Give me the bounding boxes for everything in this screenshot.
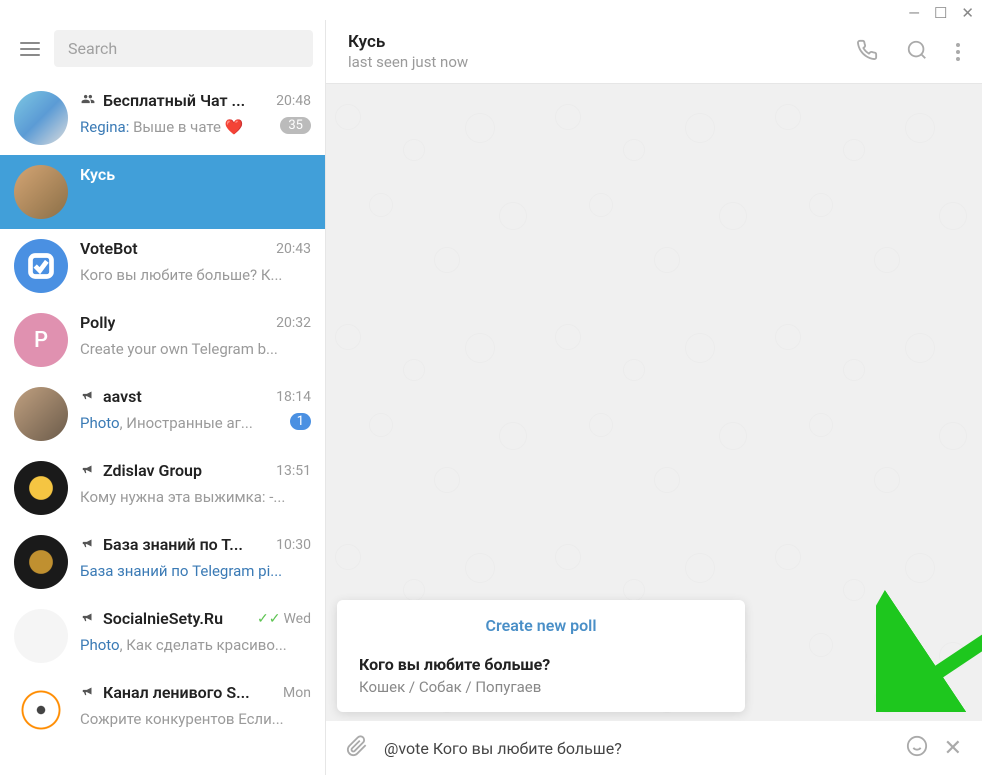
chat-item[interactable]: VoteBot 20:43 Кого вы любите больше? К... xyxy=(0,229,325,303)
chat-item-title: Polly xyxy=(80,313,115,332)
heart-icon: ❤️ xyxy=(225,118,244,136)
chat-item[interactable]: Бесплатный Чат ... 20:48 Regina: Выше в ча… xyxy=(0,81,325,155)
avatar xyxy=(14,461,68,515)
more-icon[interactable] xyxy=(956,39,960,65)
chat-list: Бесплатный Чат ... 20:48 Regina: Выше в ча… xyxy=(0,81,325,747)
chat-item-time: 20:32 xyxy=(276,315,311,331)
chat-item[interactable]: Канал ленивого S... Mon Сожрите конкуренто… xyxy=(0,673,325,747)
chat-item-preview: Кому нужна эта выжимка: -... xyxy=(80,488,285,506)
chat-item[interactable]: Кусь xyxy=(0,155,325,229)
chat-item-preview: Сожрите конкурентов Если... xyxy=(80,710,284,728)
maximize-button[interactable]: ☐ xyxy=(934,4,947,22)
chat-background: Create new poll Кого вы любите больше? К… xyxy=(326,84,982,721)
chat-item-title: Zdislav Group xyxy=(103,461,202,480)
chat-item[interactable]: База знаний по Т... 10:30 База знаний по T… xyxy=(0,525,325,599)
chat-item-time: Mon xyxy=(283,685,311,701)
emoji-icon[interactable] xyxy=(906,735,928,761)
annotation-arrow-icon xyxy=(938,462,982,721)
chat-header: Кусь last seen just now xyxy=(326,20,982,84)
unread-badge: 35 xyxy=(280,117,311,134)
avatar: P xyxy=(14,313,68,367)
composer-input[interactable]: @vote Кого вы любите больше? xyxy=(384,739,890,758)
chat-item-time: 20:48 xyxy=(276,93,311,109)
menu-icon[interactable] xyxy=(20,42,40,56)
search-icon[interactable] xyxy=(906,39,928,65)
chat-item-preview: База знаний по Telegram pi... xyxy=(80,562,282,580)
group-icon xyxy=(80,91,96,110)
chat-item-preview: Create your own Telegram b... xyxy=(80,340,278,358)
chat-item-title: Бесплатный Чат ... xyxy=(103,91,245,110)
chat-item-title: База знаний по Т... xyxy=(103,535,243,554)
chat-item[interactable]: P Polly 20:32 Create your own Telegram b... xyxy=(0,303,325,377)
minimize-button[interactable]: — xyxy=(908,4,920,22)
inline-results-popup[interactable]: Create new poll Кого вы любите больше? К… xyxy=(337,600,745,712)
avatar xyxy=(14,239,68,293)
channel-icon xyxy=(80,461,96,480)
call-icon[interactable] xyxy=(856,39,878,65)
chat-item-title: VoteBot xyxy=(80,239,138,258)
chat-item-title: SocialnieSety.Ru xyxy=(103,609,223,628)
chat-item-title: Кусь xyxy=(80,165,115,184)
avatar xyxy=(14,609,68,663)
chat-item[interactable]: SocialnieSety.Ru ✓✓Wed Photo, Как сделать … xyxy=(0,599,325,673)
chat-title[interactable]: Кусь xyxy=(348,32,856,52)
close-window-button[interactable]: ✕ xyxy=(961,4,974,22)
search-input[interactable]: Search xyxy=(54,30,313,67)
channel-icon xyxy=(80,609,96,628)
chat-item-time: 13:51 xyxy=(276,463,311,479)
channel-icon xyxy=(80,535,96,554)
chat-item-preview: Photo, Как сделать красиво... xyxy=(80,636,287,654)
avatar xyxy=(14,165,68,219)
chat-item-preview: Кого вы любите больше? К... xyxy=(80,266,282,284)
popup-question: Кого вы любите больше? xyxy=(359,655,723,674)
chat-item-time: ✓✓Wed xyxy=(257,611,311,627)
close-icon[interactable]: ✕ xyxy=(944,736,962,761)
chat-item-time: 18:14 xyxy=(276,389,311,405)
chat-item-preview: Photo, Иностранные аг... xyxy=(80,414,253,432)
attach-icon[interactable] xyxy=(346,735,368,761)
chat-item[interactable]: Zdislav Group 13:51 Кому нужна эта выжимка… xyxy=(0,451,325,525)
channel-icon xyxy=(80,387,96,406)
popup-action[interactable]: Create new poll xyxy=(359,616,723,635)
channel-icon xyxy=(80,683,96,702)
popup-options: Кошек / Собак / Попугаев xyxy=(359,678,723,696)
sidebar: Search Бесплатный Чат ... 20:48 Regina: Вы… xyxy=(0,20,326,775)
chat-item-time: 10:30 xyxy=(276,537,311,553)
chat-item-preview: Regina: Выше в чате ❤️ xyxy=(80,118,243,136)
chat-status: last seen just now xyxy=(348,53,856,71)
chat-item-time: 20:43 xyxy=(276,241,311,257)
avatar xyxy=(14,535,68,589)
chat-item[interactable]: aavst 18:14 Photo, Иностранные аг... 1 xyxy=(0,377,325,451)
window-controls: — ☐ ✕ xyxy=(908,4,974,22)
read-checks-icon: ✓✓ xyxy=(257,611,280,627)
annotation-arrow-icon xyxy=(876,462,982,712)
unread-badge: 1 xyxy=(290,413,311,430)
avatar xyxy=(14,387,68,441)
avatar xyxy=(14,91,68,145)
chat-item-title: aavst xyxy=(103,387,142,406)
avatar xyxy=(14,683,68,737)
message-composer[interactable]: @vote Кого вы любите больше? ✕ xyxy=(326,721,982,775)
chat-item-title: Канал ленивого S... xyxy=(103,683,250,702)
